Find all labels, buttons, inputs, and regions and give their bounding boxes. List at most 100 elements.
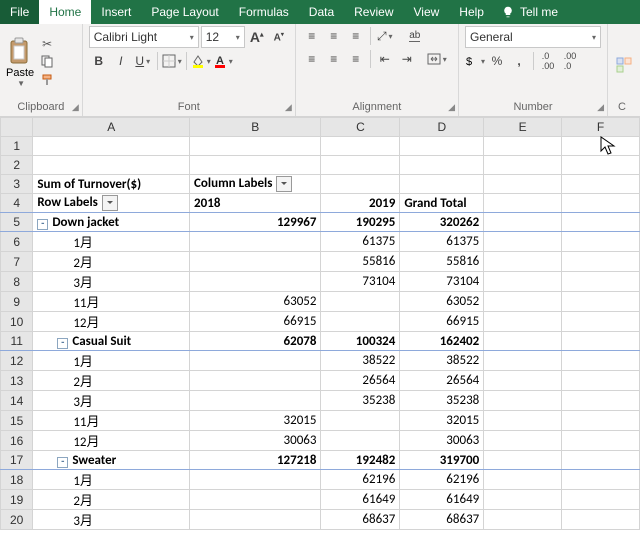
- cell[interactable]: 61649: [321, 490, 400, 510]
- align-middle-button[interactable]: ≡: [324, 26, 344, 46]
- increase-indent-button[interactable]: ⇥: [397, 49, 417, 69]
- cell[interactable]: Column Labels: [190, 175, 321, 194]
- align-right-button[interactable]: ≡: [346, 49, 366, 69]
- cell[interactable]: 11月: [33, 292, 190, 312]
- percent-button[interactable]: %: [487, 51, 507, 71]
- cell[interactable]: [484, 490, 562, 510]
- cell[interactable]: [562, 292, 640, 312]
- number-launcher[interactable]: ◢: [597, 102, 604, 113]
- cell[interactable]: 62196: [321, 470, 400, 490]
- cell[interactable]: 162402: [400, 332, 484, 351]
- cell[interactable]: [562, 431, 640, 451]
- col-header-d[interactable]: D: [400, 118, 484, 137]
- row-header[interactable]: 15: [1, 411, 33, 431]
- cell[interactable]: [400, 175, 484, 194]
- cell[interactable]: [484, 431, 562, 451]
- cell[interactable]: [484, 351, 562, 371]
- row-header[interactable]: 19: [1, 490, 33, 510]
- cell[interactable]: 12月: [33, 312, 190, 332]
- cell[interactable]: 32015: [190, 411, 321, 431]
- cell[interactable]: [190, 272, 321, 292]
- cell[interactable]: 38522: [400, 351, 484, 371]
- font-launcher[interactable]: ◢: [285, 102, 292, 113]
- cell[interactable]: [484, 194, 562, 213]
- row-header[interactable]: 16: [1, 431, 33, 451]
- cell[interactable]: [321, 312, 400, 332]
- cell[interactable]: [562, 272, 640, 292]
- cell[interactable]: [484, 371, 562, 391]
- cell[interactable]: [321, 137, 400, 156]
- cell[interactable]: 55816: [400, 252, 484, 272]
- cell[interactable]: 68637: [400, 510, 484, 530]
- cell[interactable]: 26564: [321, 371, 400, 391]
- cell[interactable]: 127218: [190, 451, 321, 470]
- cell[interactable]: Sum of Turnover($): [33, 175, 190, 194]
- cell[interactable]: 61649: [400, 490, 484, 510]
- cell[interactable]: 63052: [190, 292, 321, 312]
- cell[interactable]: 32015: [400, 411, 484, 431]
- merge-center-button[interactable]: ▾: [427, 49, 447, 69]
- cell[interactable]: [484, 252, 562, 272]
- cell[interactable]: -Sweater: [33, 451, 190, 470]
- cell[interactable]: [190, 351, 321, 371]
- row-header[interactable]: 18: [1, 470, 33, 490]
- cell[interactable]: 2月: [33, 490, 190, 510]
- cell[interactable]: 2月: [33, 371, 190, 391]
- row-header[interactable]: 12: [1, 351, 33, 371]
- clipboard-launcher[interactable]: ◢: [72, 102, 79, 113]
- wrap-text-button[interactable]: ab: [405, 26, 425, 46]
- filter-button[interactable]: [102, 195, 118, 211]
- decrease-decimal-button[interactable]: .00.0: [560, 51, 580, 71]
- col-header-c[interactable]: C: [321, 118, 400, 137]
- increase-decimal-button[interactable]: .0.00: [538, 51, 558, 71]
- select-all-corner[interactable]: [1, 118, 33, 137]
- row-header[interactable]: 20: [1, 510, 33, 530]
- cell[interactable]: [190, 156, 321, 175]
- cell[interactable]: 3月: [33, 272, 190, 292]
- cell[interactable]: [484, 292, 562, 312]
- cell[interactable]: -Down jacket: [33, 213, 190, 232]
- row-header[interactable]: 3: [1, 175, 33, 194]
- bold-button[interactable]: B: [89, 51, 109, 71]
- cell[interactable]: 55816: [321, 252, 400, 272]
- cell[interactable]: [484, 175, 562, 194]
- tell-me[interactable]: Tell me: [494, 0, 566, 24]
- cell[interactable]: 11月: [33, 411, 190, 431]
- cell[interactable]: [562, 252, 640, 272]
- cell[interactable]: [190, 490, 321, 510]
- cell[interactable]: 1月: [33, 470, 190, 490]
- cell[interactable]: 38522: [321, 351, 400, 371]
- row-header[interactable]: 14: [1, 391, 33, 411]
- tab-home[interactable]: Home: [39, 0, 91, 24]
- font-color-button[interactable]: A▾: [213, 51, 233, 71]
- cell[interactable]: 2月: [33, 252, 190, 272]
- cell[interactable]: -Casual Suit: [33, 332, 190, 351]
- cell[interactable]: Grand Total: [400, 194, 484, 213]
- cell[interactable]: 320262: [400, 213, 484, 232]
- cut-button[interactable]: ✂: [38, 36, 56, 52]
- cell[interactable]: [190, 391, 321, 411]
- cell[interactable]: [562, 411, 640, 431]
- cell[interactable]: 190295: [321, 213, 400, 232]
- format-painter-button[interactable]: [38, 74, 56, 90]
- tab-page-layout[interactable]: Page Layout: [141, 0, 228, 24]
- cell[interactable]: [484, 332, 562, 351]
- worksheet-grid[interactable]: A B C D E F 123Sum of Turnover($)Column …: [0, 117, 640, 560]
- cell[interactable]: 3月: [33, 391, 190, 411]
- copy-button[interactable]: [38, 55, 56, 71]
- row-header[interactable]: 7: [1, 252, 33, 272]
- cell[interactable]: 2019: [321, 194, 400, 213]
- cell[interactable]: 66915: [400, 312, 484, 332]
- cell[interactable]: [321, 175, 400, 194]
- orientation-button[interactable]: ⤢▾: [375, 26, 395, 46]
- cell[interactable]: [562, 213, 640, 232]
- align-left-button[interactable]: ≡: [302, 49, 322, 69]
- tab-view[interactable]: View: [404, 0, 450, 24]
- cell[interactable]: [484, 411, 562, 431]
- cell[interactable]: 100324: [321, 332, 400, 351]
- alignment-launcher[interactable]: ◢: [448, 102, 455, 113]
- cell[interactable]: 62196: [400, 470, 484, 490]
- cell[interactable]: [562, 510, 640, 530]
- cell[interactable]: [33, 156, 190, 175]
- cell[interactable]: [321, 292, 400, 312]
